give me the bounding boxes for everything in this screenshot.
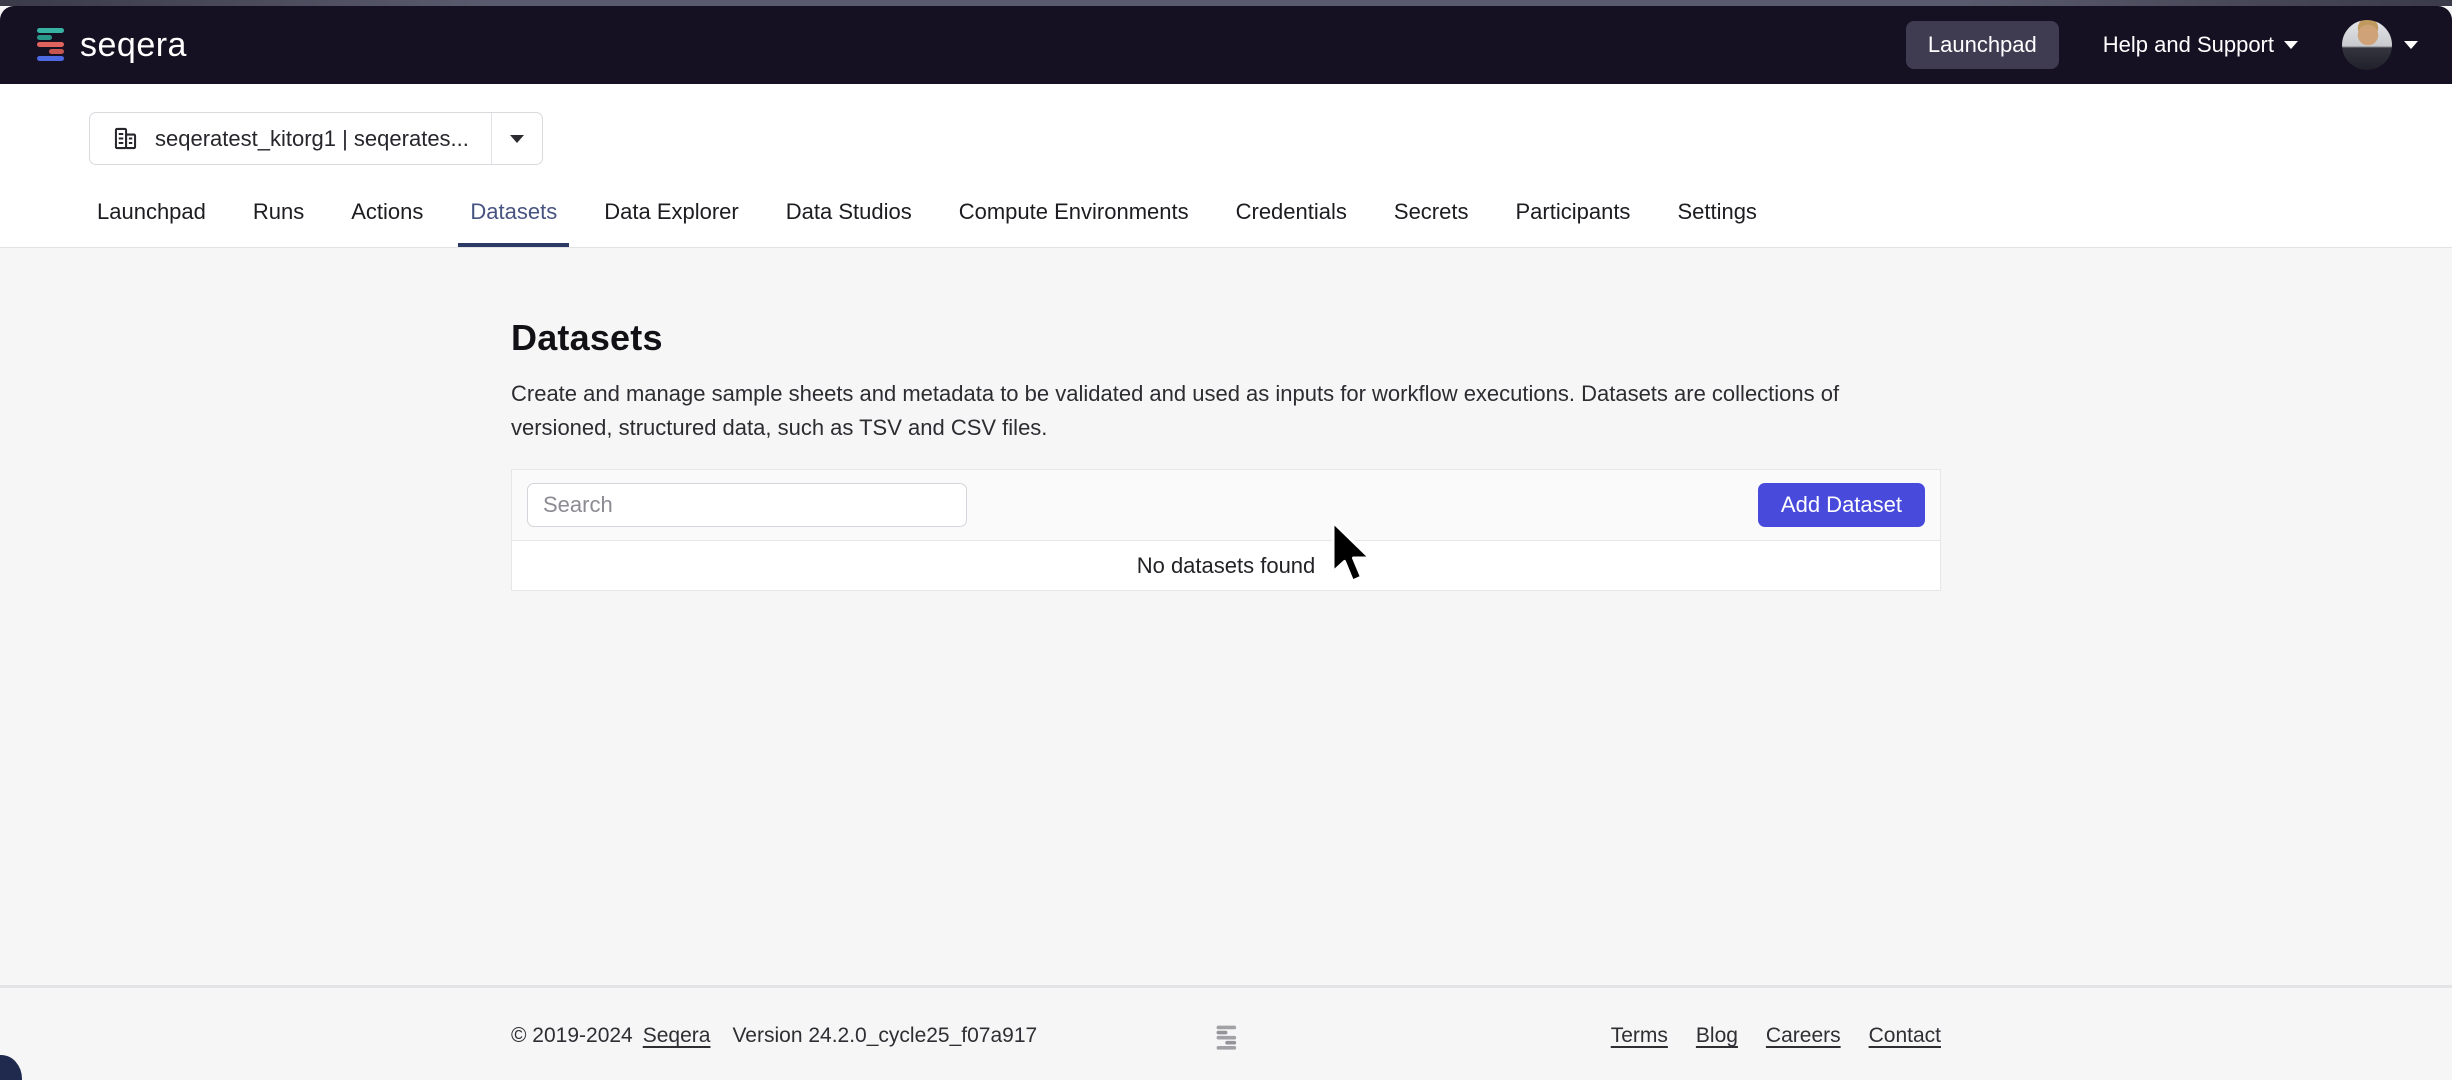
seqera-link[interactable]: Seqera xyxy=(643,1024,711,1048)
launchpad-button[interactable]: Launchpad xyxy=(1906,21,2059,69)
page-title: Datasets xyxy=(511,317,1941,359)
workspace-dropdown-toggle[interactable] xyxy=(492,135,542,143)
chevron-down-icon xyxy=(2404,41,2418,49)
tab-actions[interactable]: Actions xyxy=(339,199,435,247)
workspace-tabs: Launchpad Runs Actions Datasets Data Exp… xyxy=(0,199,2452,248)
user-avatar xyxy=(2342,20,2392,70)
footer-divider xyxy=(0,985,2452,988)
search-input[interactable] xyxy=(527,483,967,527)
page-footer: © 2019-2024 Seqera Version 24.2.0_cycle2… xyxy=(0,985,2452,1048)
workspace-label: seqeratest_kitorg1 | seqerates... xyxy=(155,126,469,152)
tab-runs[interactable]: Runs xyxy=(241,199,316,247)
brand-logo[interactable]: seqera xyxy=(34,23,187,67)
chevron-down-icon xyxy=(2284,41,2298,49)
tab-credentials[interactable]: Credentials xyxy=(1224,199,1359,247)
top-navbar: seqera Launchpad Help and Support xyxy=(0,6,2452,84)
tab-launchpad[interactable]: Launchpad xyxy=(85,199,218,247)
tab-data-explorer[interactable]: Data Explorer xyxy=(592,199,751,247)
tab-secrets[interactable]: Secrets xyxy=(1382,199,1481,247)
help-and-support-label: Help and Support xyxy=(2103,32,2274,58)
workspace-selector[interactable]: seqeratest_kitorg1 | seqerates... xyxy=(89,112,543,165)
empty-state-message: No datasets found xyxy=(1137,553,1316,579)
tab-settings[interactable]: Settings xyxy=(1665,199,1769,247)
careers-link[interactable]: Careers xyxy=(1766,1024,1841,1048)
seqera-logo-icon xyxy=(34,23,66,67)
main-content: Datasets Create and manage sample sheets… xyxy=(0,248,2452,591)
empty-state-row: No datasets found xyxy=(511,540,1941,591)
brand-name: seqera xyxy=(80,26,187,65)
contact-link[interactable]: Contact xyxy=(1869,1024,1941,1048)
copyright-text: © 2019-2024 xyxy=(511,1024,633,1048)
user-menu[interactable] xyxy=(2342,20,2418,70)
tab-participants[interactable]: Participants xyxy=(1503,199,1642,247)
blog-link[interactable]: Blog xyxy=(1696,1024,1738,1048)
help-and-support-menu[interactable]: Help and Support xyxy=(2103,32,2298,58)
tab-compute-environments[interactable]: Compute Environments xyxy=(947,199,1201,247)
version-text: Version 24.2.0_cycle25_f07a917 xyxy=(732,1024,1037,1048)
window-corner-artifact xyxy=(0,1055,22,1080)
datasets-toolbar: Add Dataset xyxy=(511,469,1941,540)
org-building-icon xyxy=(112,125,139,152)
datasets-panel: Add Dataset No datasets found xyxy=(511,469,1941,591)
terms-link[interactable]: Terms xyxy=(1611,1024,1668,1048)
page-description: Create and manage sample sheets and meta… xyxy=(511,377,1941,445)
chevron-down-icon xyxy=(510,135,524,143)
tab-data-studios[interactable]: Data Studios xyxy=(774,199,924,247)
add-dataset-button[interactable]: Add Dataset xyxy=(1758,483,1925,527)
seqera-mark-icon xyxy=(1214,1022,1238,1060)
header-band: seqeratest_kitorg1 | seqerates... Launch… xyxy=(0,84,2452,248)
tab-datasets[interactable]: Datasets xyxy=(458,199,569,247)
